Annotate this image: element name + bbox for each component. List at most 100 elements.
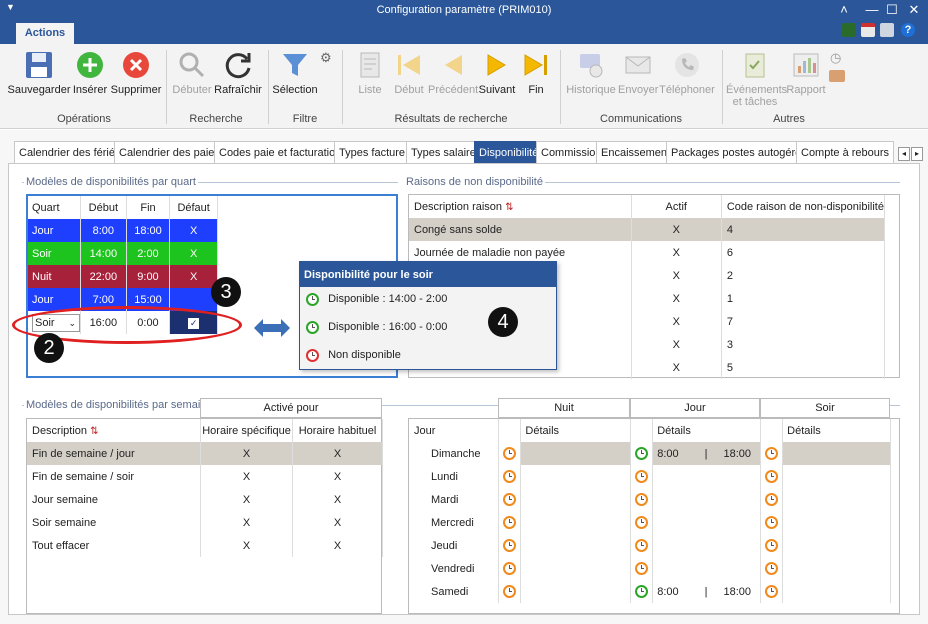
clock-icon[interactable]: [635, 562, 649, 575]
day-details[interactable]: 8:00 | 18:00: [652, 442, 762, 465]
collapse-icon[interactable]: ˄: [832, 1, 856, 19]
day-details[interactable]: [652, 534, 762, 557]
tab-salary-types[interactable]: Types salaire: [406, 141, 481, 163]
day-details[interactable]: [652, 465, 762, 488]
maximize-button[interactable]: ☐: [880, 1, 904, 19]
clock-icon[interactable]: [635, 447, 649, 460]
night-details[interactable]: [520, 534, 632, 557]
tab-pay-calendar[interactable]: Calendrier des paies: [114, 141, 225, 163]
clock-icon[interactable]: [503, 493, 517, 506]
night-details[interactable]: [520, 442, 632, 465]
clock-icon[interactable]: [503, 562, 517, 575]
tab-holiday-calendar[interactable]: Calendrier des fériés: [14, 141, 126, 163]
col-day[interactable]: Jour: [409, 419, 500, 442]
day-details[interactable]: [652, 488, 762, 511]
day-row[interactable]: Mercredi: [409, 511, 891, 534]
week-row[interactable]: Fin de semaine / soir X X: [27, 465, 383, 488]
tab-invoice-types[interactable]: Types facture: [334, 141, 411, 163]
col-night-details[interactable]: Détails: [520, 419, 632, 442]
calculator-icon[interactable]: [842, 23, 856, 37]
evening-details[interactable]: [782, 557, 891, 580]
day-row[interactable]: Samedi 8:00 | 18:00: [409, 580, 891, 603]
col-usual[interactable]: Horaire habituel: [292, 419, 383, 442]
selection-button[interactable]: Sélection: [272, 48, 318, 96]
clock-icon[interactable]: [503, 516, 517, 529]
popup-option[interactable]: Disponible : 14:00 - 2:00: [306, 293, 556, 321]
day-details[interactable]: [652, 557, 762, 580]
day-details[interactable]: 8:00 | 18:00: [652, 580, 762, 603]
help-icon[interactable]: ?: [901, 23, 915, 37]
col-actif[interactable]: Actif: [631, 195, 722, 218]
evening-details[interactable]: [782, 580, 891, 603]
col-specific[interactable]: Horaire spécifique: [200, 419, 294, 442]
shift-row[interactable]: Soir 14:00 2:00 X: [28, 242, 218, 265]
col-evening-details[interactable]: Détails: [782, 419, 891, 442]
clock-icon[interactable]: [503, 470, 517, 483]
list-button[interactable]: Liste: [350, 48, 390, 96]
clock-icon[interactable]: [503, 585, 517, 598]
night-details[interactable]: [520, 488, 632, 511]
tab-packages[interactable]: Packages postes autogérés: [666, 141, 812, 163]
day-row[interactable]: Dimanche 8:00 | 18:00: [409, 442, 891, 465]
lock-icon[interactable]: [880, 23, 894, 37]
first-button[interactable]: Début: [390, 48, 428, 96]
col-debut[interactable]: Début: [80, 196, 127, 219]
evening-details[interactable]: [782, 442, 891, 465]
insert-button[interactable]: Insérer: [72, 48, 108, 96]
night-details[interactable]: [520, 557, 632, 580]
save-button[interactable]: Sauvegarder: [6, 48, 72, 96]
day-details[interactable]: [652, 511, 762, 534]
clock-icon[interactable]: [765, 447, 779, 460]
evening-details[interactable]: [782, 488, 891, 511]
night-details[interactable]: [520, 580, 632, 603]
clock-icon[interactable]: [503, 539, 517, 552]
col-description[interactable]: Description raison ⇅: [409, 195, 632, 218]
gear-icon[interactable]: ⚙: [320, 50, 332, 66]
refresh-button[interactable]: Rafraîchir: [214, 48, 262, 96]
col-fin[interactable]: Fin: [126, 196, 171, 219]
inbox-icon[interactable]: [829, 70, 845, 82]
tab-availability[interactable]: Disponibilité: [474, 141, 544, 163]
clock-icon[interactable]: [635, 470, 649, 483]
tab-scroll-left[interactable]: ◂: [898, 147, 910, 161]
night-details[interactable]: [520, 465, 632, 488]
popup-option[interactable]: Disponible : 16:00 - 0:00: [306, 321, 556, 349]
close-button[interactable]: ✕: [902, 1, 926, 19]
clock-icon[interactable]: [765, 562, 779, 575]
start-button[interactable]: Débuter: [170, 48, 214, 96]
tab-actions[interactable]: Actions: [16, 23, 74, 44]
clock-icon[interactable]: [635, 585, 649, 598]
clock-icon[interactable]: [503, 447, 517, 460]
next-button[interactable]: Suivant: [478, 48, 516, 96]
phone-button[interactable]: Téléphoner: [658, 48, 716, 96]
evening-details[interactable]: [782, 465, 891, 488]
night-details[interactable]: [520, 511, 632, 534]
shift-row[interactable]: Jour 8:00 18:00 X: [28, 219, 218, 242]
col-quart[interactable]: Quart: [28, 196, 81, 219]
evening-details[interactable]: [782, 534, 891, 557]
delete-button[interactable]: Supprimer: [110, 48, 162, 96]
calendar-icon[interactable]: [861, 23, 875, 37]
week-row[interactable]: Soir semaine X X: [27, 511, 383, 534]
history-button[interactable]: Historique: [564, 48, 618, 96]
day-row[interactable]: Jeudi: [409, 534, 891, 557]
week-row[interactable]: Tout effacer X X: [27, 534, 383, 557]
shift-row[interactable]: Nuit 22:00 9:00 X: [28, 265, 218, 288]
popup-option[interactable]: Non disponible: [306, 349, 556, 373]
day-row[interactable]: Lundi: [409, 465, 891, 488]
week-row[interactable]: Fin de semaine / jour X X: [27, 442, 383, 465]
last-button[interactable]: Fin: [518, 48, 554, 96]
clock-icon[interactable]: [635, 516, 649, 529]
previous-button[interactable]: Précédent: [428, 48, 478, 96]
clock-icon[interactable]: [765, 585, 779, 598]
clock-history-icon[interactable]: ◷: [830, 50, 841, 66]
tab-collection[interactable]: Encaissement: [596, 141, 676, 163]
report-button[interactable]: Rapport: [784, 48, 828, 96]
tab-scroll-right[interactable]: ▸: [911, 147, 923, 161]
tab-pay-codes[interactable]: Codes paie et facturation: [214, 141, 347, 163]
clock-icon[interactable]: [765, 516, 779, 529]
events-button[interactable]: Événements et tâches: [726, 48, 787, 108]
reason-row[interactable]: Congé sans solde X 4: [409, 218, 886, 241]
day-row[interactable]: Mardi: [409, 488, 891, 511]
clock-icon[interactable]: [765, 493, 779, 506]
